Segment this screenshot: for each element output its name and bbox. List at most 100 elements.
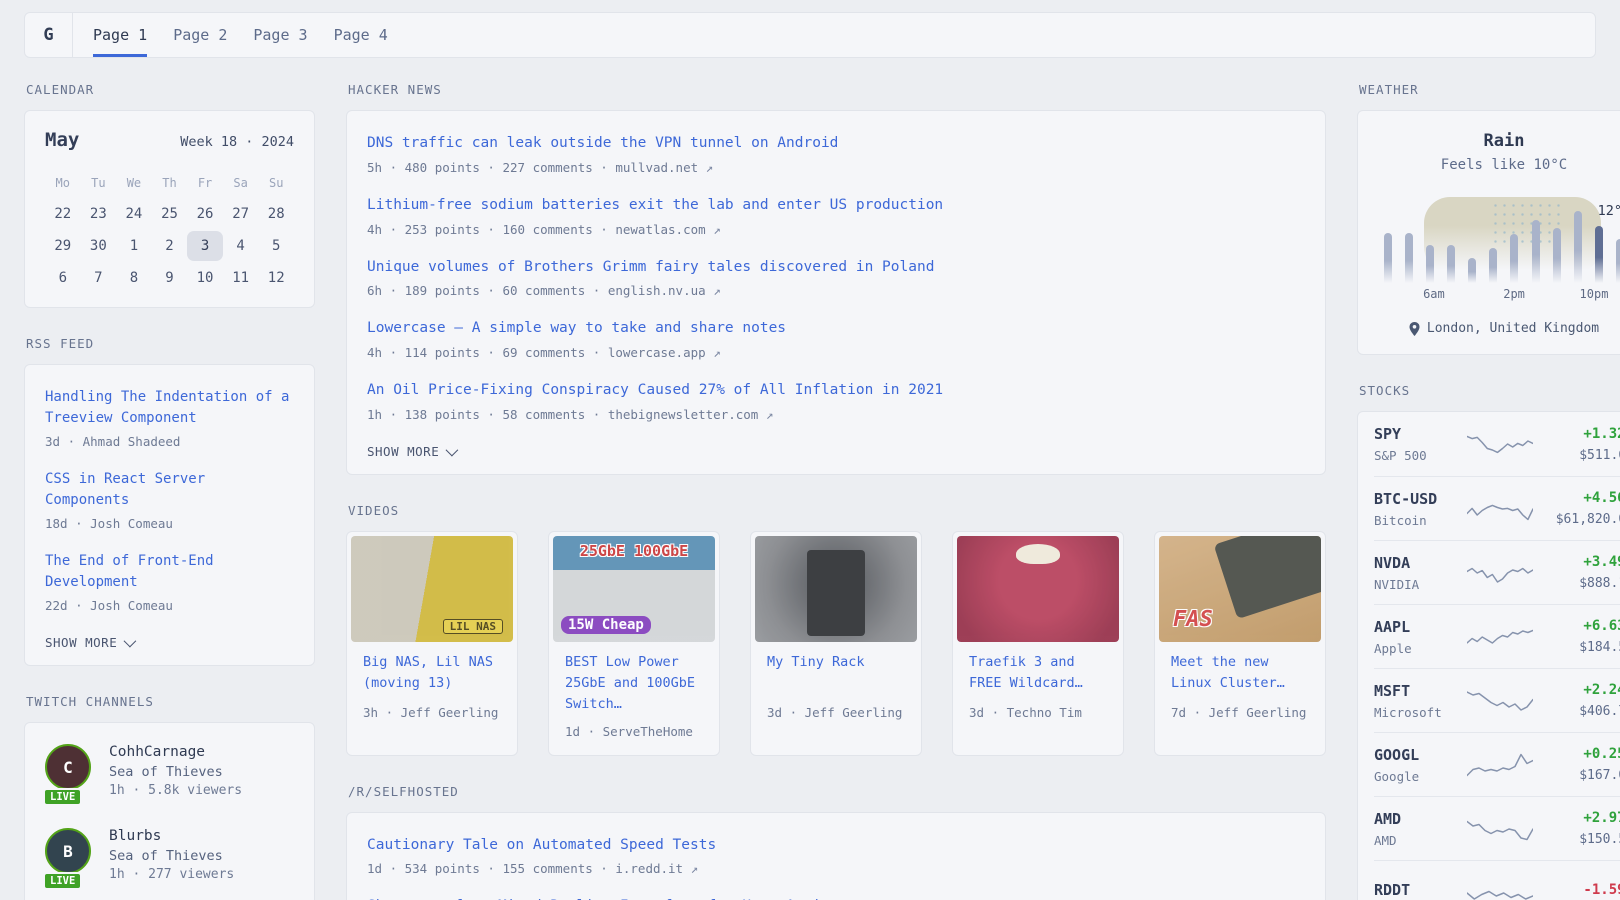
hn-item-meta-text: 4h · 114 points · 69 comments · lowercas…: [367, 345, 706, 360]
stock-row[interactable]: MSFT Microsoft +2.24% $406.76: [1374, 668, 1620, 732]
video-thumbnail[interactable]: LIL NAS: [351, 536, 513, 642]
hn-item-meta: 1h · 138 points · 58 comments · thebigne…: [367, 407, 1305, 422]
external-link-icon: ↗: [713, 222, 721, 237]
hn-item-link[interactable]: Unique volumes of Brothers Grimm fairy t…: [367, 257, 1305, 279]
video-title-link[interactable]: My Tiny Rack: [767, 652, 905, 696]
weekday-label: Mo: [45, 169, 81, 197]
channel-game: Sea of Thieves: [109, 764, 242, 780]
video-card[interactable]: My Tiny Rack 3d · Jeff Geerling: [750, 531, 922, 756]
rss-item-meta: 22d · Josh Comeau: [45, 598, 294, 613]
tab-page-2[interactable]: Page 2: [173, 13, 227, 57]
video-thumbnail[interactable]: 25GbE 100GbE 15W Cheap: [553, 536, 715, 642]
reddit-item-meta-text: 1d · 534 points · 155 comments · i.redd.…: [367, 861, 683, 876]
hn-item-meta: 4h · 253 points · 160 comments · newatla…: [367, 222, 1305, 237]
weather-bar: [1447, 245, 1455, 283]
calendar-day: 4: [223, 231, 259, 261]
stock-sparkline: [1467, 812, 1533, 846]
tab-page-3[interactable]: Page 3: [253, 13, 307, 57]
stock-row[interactable]: SPY S&P 500 +1.32% $511.69: [1374, 412, 1620, 476]
video-card[interactable]: 25GbE 100GbE 15W Cheap BEST Low Power 25…: [548, 531, 720, 756]
stock-row[interactable]: RDDT -1.59%: [1374, 860, 1620, 900]
video-thumbnail[interactable]: [755, 536, 917, 642]
weekday-label: Fr: [187, 169, 223, 197]
video-title-link[interactable]: BEST Low Power 25GbE and 100GbE Switch…: [565, 652, 703, 715]
show-more-button[interactable]: SHOW MORE: [45, 635, 133, 650]
weather-section: WEATHER Rain Feels like 10°C 12° 6am 2pm…: [1357, 82, 1620, 355]
video-title-link[interactable]: Meet the new Linux Cluster…: [1171, 652, 1309, 696]
hn-item-link[interactable]: Lithium-free sodium batteries exit the l…: [367, 195, 1305, 217]
weekday-label: Su: [258, 169, 294, 197]
page-tabs: Page 1 Page 2 Page 3 Page 4: [73, 13, 388, 57]
weather-feels-like: Feels like 10°C: [1378, 157, 1620, 173]
live-badge: LIVE: [43, 872, 82, 890]
stock-change: +0.25%: [1533, 746, 1620, 762]
stock-name: Apple: [1374, 641, 1467, 656]
location-pin-icon: [1409, 322, 1420, 336]
stock-row[interactable]: AAPL Apple +6.63% $184.51: [1374, 604, 1620, 668]
thumbnail-badge: 25GbE 100GbE: [553, 542, 715, 560]
stock-change: +2.97%: [1533, 810, 1620, 826]
weather-bar: [1426, 245, 1434, 283]
calendar-day: 9: [152, 263, 188, 293]
reddit-item-link[interactable]: Showcase of my Mixed Reality Interface f…: [367, 896, 1305, 900]
external-link-icon: ↗: [713, 345, 721, 360]
weather-bar: [1553, 228, 1561, 283]
stock-sparkline: [1467, 748, 1533, 782]
calendar-day: 2: [152, 231, 188, 261]
calendar-day: 12: [258, 263, 294, 293]
video-meta: 1d · ServeTheHome: [565, 724, 703, 739]
video-card[interactable]: FAS Meet the new Linux Cluster… 7d · Jef…: [1154, 531, 1326, 756]
weather-bar: [1532, 220, 1540, 283]
stock-price: $184.51: [1533, 640, 1620, 655]
video-card[interactable]: Traefik 3 and FREE Wildcard… 3d · Techno…: [952, 531, 1124, 756]
calendar-day: 27: [223, 199, 259, 229]
stock-price: $406.76: [1533, 704, 1620, 719]
twitch-channel-row[interactable]: B LIVE Blurbs Sea of Thieves 1h · 277 vi…: [45, 813, 294, 897]
weather-bar: [1616, 239, 1620, 283]
video-thumbnail[interactable]: [957, 536, 1119, 642]
videos-section-title: VIDEOS: [348, 503, 1326, 518]
calendar-day: 25: [152, 199, 188, 229]
video-card[interactable]: LIL NAS Big NAS, Lil NAS (moving 13) 3h …: [346, 531, 518, 756]
weather-temp-label: 12°: [1598, 203, 1620, 219]
rss-item-link[interactable]: CSS in React Server Components: [45, 469, 294, 511]
stock-change: +2.24%: [1533, 682, 1620, 698]
reddit-item-link[interactable]: Cautionary Tale on Automated Speed Tests: [367, 835, 1305, 857]
tab-page-1[interactable]: Page 1: [93, 13, 147, 57]
calendar-day: 1: [116, 231, 152, 261]
hn-item-link[interactable]: An Oil Price-Fixing Conspiracy Caused 27…: [367, 380, 1305, 402]
calendar-day: 7: [81, 263, 117, 293]
rss-item-link[interactable]: The End of Front-End Development: [45, 551, 294, 593]
stock-row[interactable]: AMD AMD +2.97% $150.50: [1374, 796, 1620, 860]
hn-item-link[interactable]: Lowercase – A simple way to take and sha…: [367, 318, 1305, 340]
reddit-section-title: /R/SELFHOSTED: [348, 784, 1326, 799]
weather-bar: [1405, 233, 1413, 283]
stock-change: +4.56%: [1533, 490, 1620, 506]
rss-item-link[interactable]: Handling The Indentation of a Treeview C…: [45, 387, 294, 429]
rss-section-title: RSS FEED: [26, 336, 315, 351]
show-more-button[interactable]: SHOW MORE: [367, 444, 455, 459]
stock-row[interactable]: BTC-USD Bitcoin +4.56% $61,820.02: [1374, 476, 1620, 540]
weekday-label: Tu: [81, 169, 117, 197]
weather-bar: [1384, 233, 1392, 283]
hn-item-meta-text: 1h · 138 points · 58 comments · thebigne…: [367, 407, 758, 422]
list-item: CSS in React Server Components 18d · Jos…: [45, 455, 294, 537]
video-title-link[interactable]: Big NAS, Lil NAS (moving 13): [363, 652, 501, 696]
weekday-label: Sa: [223, 169, 259, 197]
stock-price: $511.69: [1533, 448, 1620, 463]
stock-name: S&P 500: [1374, 448, 1467, 463]
channel-viewers: 1h · 5.8k viewers: [109, 783, 242, 798]
twitch-channel-row[interactable]: C LIVE CohhCarnage Sea of Thieves 1h · 5…: [45, 729, 294, 813]
stock-row[interactable]: GOOGL Google +0.25% $167.03: [1374, 732, 1620, 796]
right-column: WEATHER Rain Feels like 10°C 12° 6am 2pm…: [1357, 82, 1620, 900]
video-thumbnail[interactable]: FAS: [1159, 536, 1321, 642]
stock-row[interactable]: NVDA NVIDIA +3.49% $888.12: [1374, 540, 1620, 604]
list-item: Showcase of my Mixed Reality Interface f…: [367, 882, 1305, 900]
weather-bar: [1595, 226, 1603, 283]
tab-page-4[interactable]: Page 4: [334, 13, 388, 57]
stock-price: $150.50: [1533, 832, 1620, 847]
video-title-link[interactable]: Traefik 3 and FREE Wildcard…: [969, 652, 1107, 696]
weather-condition: Rain: [1378, 131, 1620, 151]
hn-item-link[interactable]: DNS traffic can leak outside the VPN tun…: [367, 133, 1305, 155]
weather-widget: Rain Feels like 10°C 12° 6am 2pm 10pm Lo…: [1357, 110, 1620, 355]
